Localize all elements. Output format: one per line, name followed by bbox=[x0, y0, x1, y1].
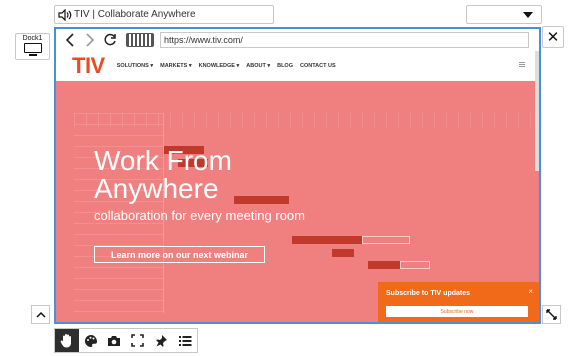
gantt-bar bbox=[292, 236, 362, 244]
collapse-button[interactable] bbox=[31, 305, 50, 324]
tool-toolbar bbox=[54, 328, 198, 353]
hand-icon bbox=[61, 334, 72, 348]
fullscreen-icon bbox=[131, 334, 145, 347]
url-text: https://www.tiv.com/ bbox=[164, 35, 243, 45]
monitor-stand bbox=[28, 54, 37, 56]
list-tool-button[interactable] bbox=[173, 329, 197, 352]
list-icon bbox=[178, 335, 192, 346]
gantt-bar bbox=[368, 261, 400, 269]
speaker-icon bbox=[58, 8, 72, 21]
menu-item-markets[interactable]: MARKETS ▾ bbox=[160, 63, 191, 69]
menu-item-blog[interactable]: BLOG bbox=[277, 63, 293, 69]
close-icon: ✕ bbox=[546, 29, 560, 46]
palette-tool-button[interactable] bbox=[79, 329, 103, 352]
monitor-icon bbox=[23, 43, 42, 53]
hand-tool-button[interactable] bbox=[55, 329, 79, 352]
gantt-bar-outline bbox=[362, 236, 410, 244]
dock-label: Dock1 bbox=[22, 35, 43, 42]
chevron-up-icon bbox=[35, 311, 46, 318]
webinar-button[interactable]: Learn more on our next webinar bbox=[94, 246, 265, 263]
site-logo[interactable]: TIV bbox=[72, 53, 105, 79]
menu-icon[interactable] bbox=[519, 62, 525, 68]
hero-subtitle: collaboration for every meeting room bbox=[94, 208, 305, 223]
fullscreen-tool-button[interactable] bbox=[126, 329, 150, 352]
keyboard-icon[interactable] bbox=[126, 33, 154, 47]
resize-button[interactable] bbox=[542, 305, 561, 324]
dock-button[interactable]: Dock1 bbox=[15, 33, 50, 60]
window-title: TIV | Collaborate Anywhere bbox=[74, 9, 196, 20]
url-field[interactable]: https://www.tiv.com/ bbox=[160, 32, 529, 48]
palette-icon bbox=[84, 334, 97, 347]
site-nav: TIV SOLUTIONS ▾ MARKETS ▾ KNOWLEDGE ▾ AB… bbox=[56, 51, 539, 81]
resize-icon bbox=[546, 309, 557, 320]
hero-title: Work From Anywhere bbox=[94, 147, 232, 203]
window-title-field[interactable]: TIV | Collaborate Anywhere bbox=[54, 5, 274, 24]
menu-item-about[interactable]: ABOUT ▾ bbox=[246, 63, 270, 69]
chevron-down-icon bbox=[523, 12, 533, 18]
close-button[interactable]: ✕ bbox=[542, 26, 564, 48]
pin-tool-button[interactable] bbox=[150, 329, 174, 352]
menu-item-contact[interactable]: CONTACT US bbox=[300, 63, 336, 69]
gantt-bar bbox=[234, 196, 289, 204]
browser-nav-bar: https://www.tiv.com/ bbox=[56, 29, 539, 51]
menu-item-knowledge[interactable]: KNOWLEDGE ▾ bbox=[199, 63, 240, 69]
refresh-icon[interactable] bbox=[100, 30, 120, 50]
close-icon[interactable]: × bbox=[528, 287, 533, 296]
scrollbar[interactable] bbox=[535, 51, 539, 171]
gantt-bar-outline bbox=[400, 261, 430, 269]
menu-item-solutions[interactable]: SOLUTIONS ▾ bbox=[117, 63, 153, 69]
hero-section: Work From Anywhere collaboration for eve… bbox=[56, 81, 539, 322]
subscribe-title: Subscribe to TIV updates bbox=[386, 290, 471, 297]
forward-icon[interactable] bbox=[80, 30, 100, 50]
camera-tool-button[interactable] bbox=[102, 329, 126, 352]
browser-frame: https://www.tiv.com/ TIV SOLUTIONS ▾ MAR… bbox=[54, 27, 541, 324]
pin-icon bbox=[156, 335, 168, 347]
gantt-bar bbox=[332, 249, 354, 257]
subscribe-button[interactable]: Subscribe now bbox=[386, 306, 528, 317]
back-icon[interactable] bbox=[60, 30, 80, 50]
site-menu: SOLUTIONS ▾ MARKETS ▾ KNOWLEDGE ▾ ABOUT … bbox=[117, 63, 336, 69]
camera-icon bbox=[108, 335, 121, 346]
hero-title-line2: Anywhere bbox=[94, 173, 219, 204]
hero-title-line1: Work From bbox=[94, 145, 232, 176]
subscribe-popup: Subscribe to TIV updates × Subscribe now bbox=[378, 282, 539, 322]
window-dropdown[interactable] bbox=[466, 5, 542, 24]
